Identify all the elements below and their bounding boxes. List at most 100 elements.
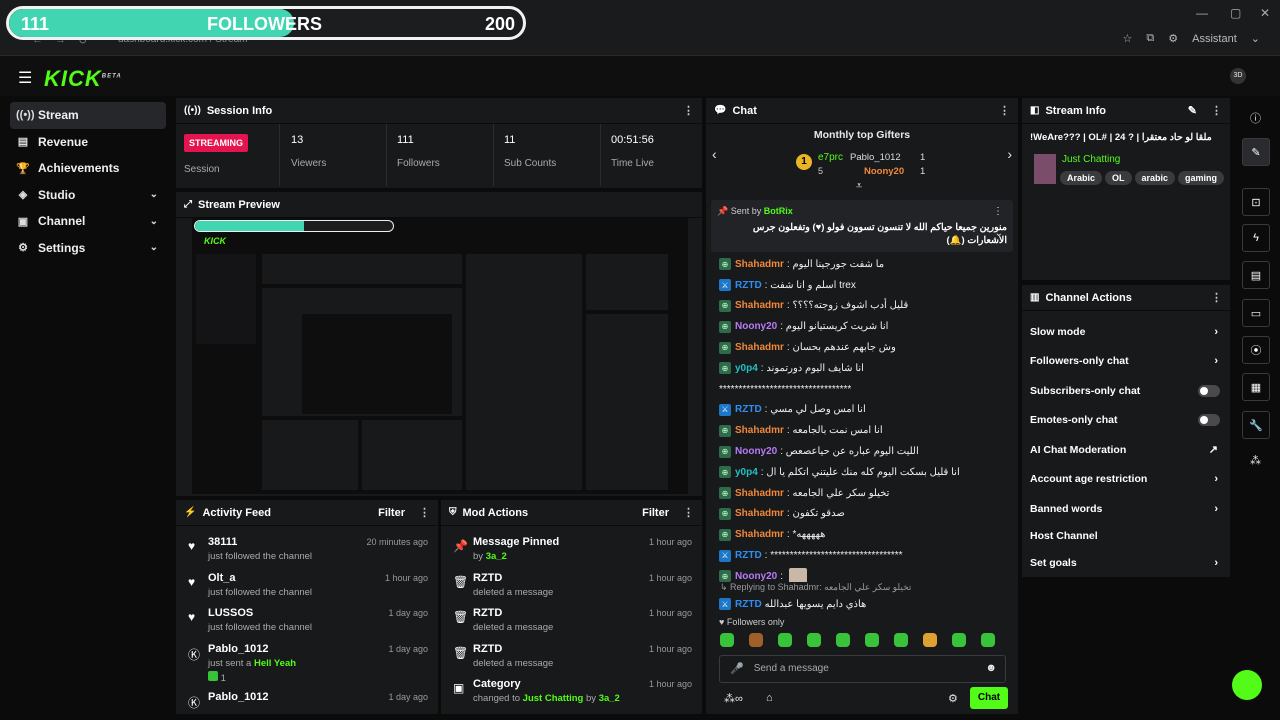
- more-icon[interactable]: ⋮: [683, 104, 694, 117]
- stream-preview-video[interactable]: KICK: [192, 218, 688, 494]
- toggle-switch[interactable]: [1198, 414, 1220, 427]
- sidebar-item-studio[interactable]: ◈ Studio ⌄: [10, 182, 166, 209]
- gifter-count: 1: [920, 166, 926, 177]
- toggle-switch[interactable]: [1198, 384, 1220, 397]
- avatar[interactable]: 3D: [1230, 68, 1246, 84]
- chat-username[interactable]: Shahadmr: [735, 259, 784, 270]
- more-icon[interactable]: ⋮: [1211, 104, 1222, 117]
- emote-icon[interactable]: [749, 632, 763, 647]
- emote-icon[interactable]: [865, 632, 879, 647]
- chevron-down-icon[interactable]: ⌄: [995, 228, 1003, 239]
- more-icon[interactable]: ⋮: [1211, 291, 1222, 304]
- more-icon[interactable]: ⋮: [683, 506, 694, 519]
- emote-icon[interactable]: [836, 632, 850, 647]
- star-icon[interactable]: ☆: [1123, 32, 1133, 45]
- more-icon[interactable]: ⋮: [419, 506, 430, 519]
- tools-button[interactable]: 🔧: [1242, 411, 1270, 439]
- sidebar-item-settings[interactable]: ⚙ Settings ⌄: [10, 235, 166, 262]
- heart-icon: ♥: [719, 616, 725, 627]
- stream-tag[interactable]: gaming: [1178, 171, 1225, 185]
- stream-tag[interactable]: Arabic: [1060, 171, 1103, 185]
- filter-button[interactable]: Filter: [378, 507, 405, 519]
- gear-icon[interactable]: ⚙: [948, 692, 958, 705]
- sidebar-item-channel[interactable]: ▣ Channel ⌄: [10, 208, 166, 235]
- send-chat-button[interactable]: Chat: [970, 686, 1008, 709]
- emoji-icon[interactable]: ☻: [985, 662, 997, 674]
- emote-icon[interactable]: [981, 632, 995, 647]
- mic-icon[interactable]: 🎤: [730, 662, 744, 675]
- filter-button[interactable]: Filter: [642, 507, 669, 519]
- chevron-right-icon[interactable]: ›: [1007, 146, 1012, 162]
- channel-action-subscribers-only-chat[interactable]: Subscribers-only chat: [1022, 376, 1230, 406]
- chat-username[interactable]: Shahadmr: [735, 342, 784, 353]
- chat-message: ⊕ Shahadmr: تخيلو سكر علي الجامعه: [706, 483, 1018, 504]
- more-icon[interactable]: ⋮: [999, 104, 1010, 117]
- stream-tag[interactable]: arabic: [1134, 171, 1176, 185]
- support-chat-button[interactable]: [1232, 670, 1262, 700]
- channel-action-slow-mode[interactable]: Slow mode ›: [1022, 317, 1230, 347]
- pin-icon: 📌: [717, 206, 729, 216]
- minimize-icon[interactable]: —: [1196, 6, 1208, 20]
- sidebar-item-stream[interactable]: ((•)) Stream: [10, 102, 166, 129]
- layout-button[interactable]: ▦: [1242, 373, 1270, 401]
- channel-action-emotes-only-chat[interactable]: Emotes-only chat: [1022, 406, 1230, 436]
- chat-username[interactable]: Shahadmr: [735, 529, 784, 540]
- broadcast-button[interactable]: ⦿: [1242, 336, 1270, 364]
- gifter-name[interactable]: Noony20: [864, 166, 904, 177]
- emote-icon[interactable]: [778, 632, 792, 647]
- info-icon[interactable]: ⓘ: [1250, 110, 1261, 126]
- emote-icon[interactable]: [923, 632, 937, 647]
- chat-username[interactable]: y0p4: [735, 363, 758, 374]
- more-icon[interactable]: ⋮: [993, 206, 1003, 217]
- points-icon[interactable]: ⁂: [1250, 454, 1261, 467]
- emote-icon[interactable]: [720, 632, 734, 647]
- channel-action-followers-only-chat[interactable]: Followers-only chat ›: [1022, 347, 1230, 377]
- gifter-name[interactable]: e7prc: [818, 152, 843, 163]
- kick-logo[interactable]: KICKBETA: [44, 66, 122, 92]
- chat-username[interactable]: RZTD: [735, 404, 762, 415]
- stream-tag[interactable]: OL: [1105, 171, 1132, 185]
- chat-username[interactable]: RZTD: [735, 550, 762, 561]
- gifter-name[interactable]: Pablo_1012: [850, 152, 901, 163]
- channel-action-banned-words[interactable]: Banned words ›: [1022, 494, 1230, 524]
- pinned-author[interactable]: BotRix: [764, 206, 793, 216]
- chat-username[interactable]: Shahadmr: [735, 488, 784, 499]
- sidebar-item-revenue[interactable]: ▤ Revenue: [10, 129, 166, 156]
- close-icon[interactable]: ✕: [1260, 6, 1270, 20]
- chat-username[interactable]: Noony20: [735, 321, 777, 332]
- clip-button[interactable]: ⊡: [1242, 188, 1270, 216]
- chevron-down-icon[interactable]: ⌄: [1251, 32, 1260, 45]
- chat-username[interactable]: y0p4: [735, 467, 758, 478]
- channel-action-set-goals[interactable]: Set goals ›: [1022, 549, 1230, 579]
- flash-button[interactable]: ϟ: [1242, 224, 1270, 252]
- channel-action-account-age-restriction[interactable]: Account age restriction ›: [1022, 465, 1230, 495]
- edit-stream-button[interactable]: ✎: [1242, 138, 1270, 166]
- chat-username[interactable]: Shahadmr: [735, 425, 784, 436]
- channel-action-ai-chat-moderation[interactable]: AI Chat Moderation ↗: [1022, 435, 1230, 465]
- emote-icon[interactable]: [807, 632, 821, 647]
- chat-username[interactable]: Shahadmr: [735, 508, 784, 519]
- chat-input[interactable]: 🎤 Send a message ☻: [719, 654, 1006, 683]
- extension-icon[interactable]: ⧉: [1146, 32, 1154, 45]
- chat-username[interactable]: Shahadmr: [735, 300, 784, 311]
- chat-button[interactable]: ▭: [1242, 299, 1270, 327]
- channel-action-host-channel[interactable]: Host Channel: [1022, 524, 1230, 549]
- chat-username[interactable]: Noony20: [735, 446, 777, 457]
- chat-username[interactable]: RZTD: [735, 280, 762, 291]
- emote-icon[interactable]: [952, 632, 966, 647]
- category-link[interactable]: Just Chatting: [1062, 154, 1120, 165]
- assistant-button[interactable]: Assistant: [1192, 33, 1237, 45]
- chevron-left-icon[interactable]: ‹: [712, 146, 717, 162]
- notes-button[interactable]: ▤: [1242, 261, 1270, 289]
- kick-points-icon[interactable]: ⁂∞: [724, 692, 743, 705]
- emote-icon[interactable]: [894, 632, 908, 647]
- sidebar-item-achievements[interactable]: 🏆 Achievements: [10, 155, 166, 182]
- chat-username[interactable]: Noony20: [735, 571, 777, 582]
- menu-icon[interactable]: ☰: [18, 68, 32, 88]
- edit-icon[interactable]: ✎: [1188, 104, 1197, 117]
- collapse-icon[interactable]: ⩡: [856, 180, 862, 193]
- store-icon[interactable]: ⌂: [766, 692, 773, 704]
- settings-icon[interactable]: ⚙: [1168, 32, 1178, 45]
- maximize-icon[interactable]: ▢: [1230, 6, 1241, 20]
- preview-icon: ⤢: [184, 199, 192, 210]
